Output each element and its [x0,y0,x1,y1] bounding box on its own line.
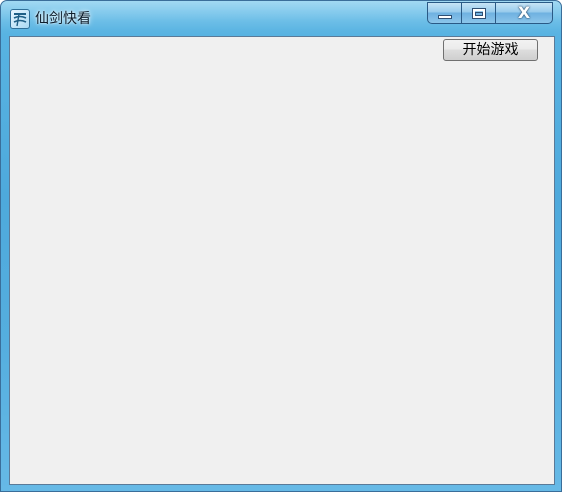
close-icon: X [517,3,531,22]
close-button[interactable]: X [495,2,553,24]
caption-buttons: X [427,2,553,24]
minimize-icon [437,15,452,19]
maximize-button[interactable] [461,2,495,24]
minimize-button[interactable] [427,2,461,24]
resize-arrow-icon[interactable] [321,486,331,491]
client-area: 开始游戏 [9,36,555,485]
window-title: 仙剑快看 [35,11,91,27]
start-game-button[interactable]: 开始游戏 [443,39,538,61]
title-bar[interactable]: 仙剑快看 X [1,1,561,37]
app-icon[interactable] [10,9,30,29]
maximize-icon [471,7,486,19]
app-window: 仙剑快看 X 开始游戏 [0,0,562,492]
